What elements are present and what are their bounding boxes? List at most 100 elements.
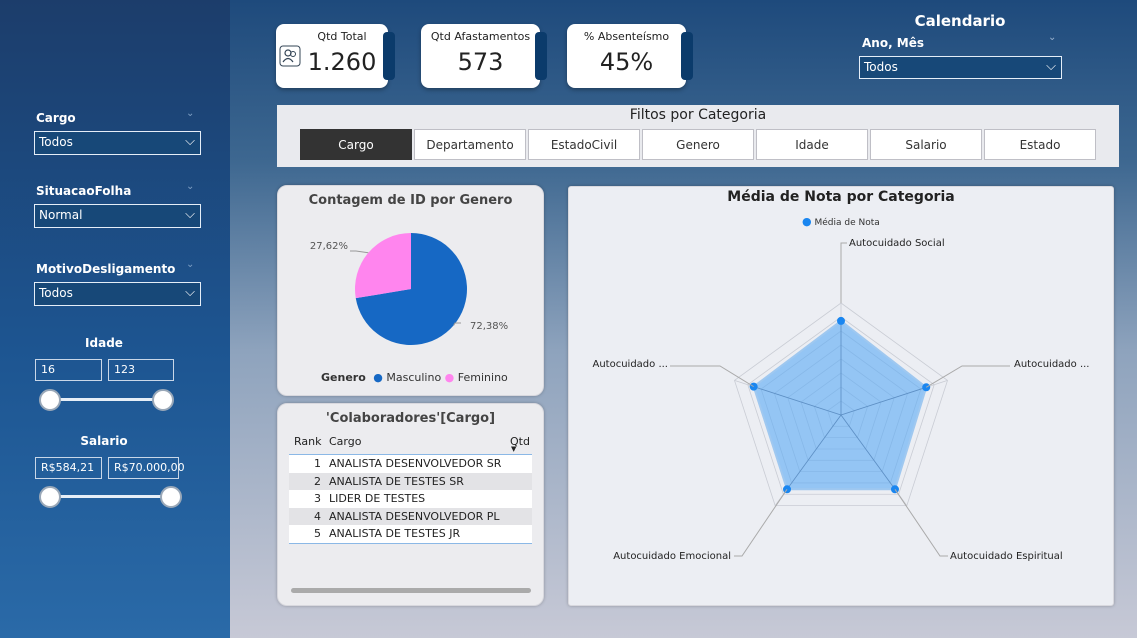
radar-legend: ● Média de Nota <box>802 215 880 228</box>
filter-button-cargo[interactable]: Cargo <box>300 129 412 160</box>
salario-slider-min-handle[interactable] <box>39 486 61 508</box>
pie-legend-title: Genero <box>321 371 366 384</box>
radar-category-label: Autocuidado ... <box>593 359 669 370</box>
radar-leader-line <box>925 365 1010 388</box>
idade-slicer-title: Idade <box>85 336 123 350</box>
radar-legend-label[interactable]: Média de Nota <box>814 218 879 228</box>
row-rank: 1 <box>314 457 321 470</box>
row-cargo: ANALISTA DESENVOLVEDOR PL <box>329 509 500 523</box>
row-cargo: ANALISTA DE TESTES JR <box>329 527 461 541</box>
filter-button-genero[interactable]: Genero <box>642 129 754 160</box>
motivo-dropdown-value: Todos <box>39 286 73 300</box>
pie-leader-line <box>453 322 461 326</box>
chevron-down-icon[interactable]: ⌄ <box>186 108 194 119</box>
radar-leader-line <box>670 365 754 388</box>
row-cargo: LIDER DE TESTES <box>329 492 426 506</box>
pie-legend-feminino[interactable]: Feminino <box>458 371 508 384</box>
row-rank: 3 <box>314 492 321 506</box>
pie-legend: Genero ● Masculino ● Feminino <box>321 371 508 384</box>
pie-slice-feminino[interactable] <box>355 233 411 299</box>
chevron-down-icon: ⌵ <box>185 285 195 300</box>
kpi-value: 1.260 <box>307 48 377 76</box>
idade-slider-track <box>50 398 162 401</box>
table-footer-line <box>289 542 532 544</box>
kpi-card-absenteismo: % Absenteísmo 45% <box>567 24 693 88</box>
radar-category-label: Autocuidado Social <box>849 238 945 249</box>
table-row[interactable]: 5 ANALISTA DE TESTES JR <box>289 525 532 543</box>
radar-leader-line <box>734 489 788 557</box>
cargo-dropdown-value: Todos <box>39 135 73 149</box>
pie-title: Contagem de ID por Genero <box>308 193 513 208</box>
motivo-slicer-label: MotivoDesligamento <box>36 262 176 276</box>
filtros-title: Filtos por Categoria <box>629 107 767 123</box>
header-rank[interactable]: Rank <box>294 435 321 448</box>
legend-dot-media: ● <box>802 215 812 228</box>
idade-max-input[interactable]: 123 <box>108 359 174 381</box>
idade-min-input[interactable]: 16 <box>35 359 102 381</box>
table-body: 1 ANALISTA DESENVOLVEDOR SR 2 ANALISTA DE T… <box>289 455 532 544</box>
cargo-slicer-label: Cargo <box>36 111 76 125</box>
chevron-down-icon[interactable]: ⌄ <box>186 259 194 270</box>
idade-slider-min-handle[interactable] <box>39 389 61 411</box>
chevron-down-icon: ⌵ <box>185 207 195 222</box>
calendario-label: Ano, Mês <box>862 36 925 50</box>
situacao-dropdown-value: Normal <box>39 208 83 222</box>
radar-point[interactable] <box>837 316 845 325</box>
kpi-value: 573 <box>457 48 504 76</box>
calendario-dropdown-value: Todos <box>864 60 898 74</box>
filter-button-idade[interactable]: Idade <box>756 129 868 160</box>
header-cargo[interactable]: Cargo <box>329 435 361 448</box>
filter-button-estado[interactable]: Estado <box>984 129 1096 160</box>
radar-point[interactable] <box>890 485 899 494</box>
radar-chart: Autocuidado Social Autocuidado ... Autocui… <box>593 238 1090 562</box>
pie-data-label: 72,38% <box>470 321 508 332</box>
salario-max-input[interactable]: R$70.000,00 <box>108 457 185 479</box>
table-row[interactable]: 3 LIDER DE TESTES <box>289 490 532 508</box>
table-header: Rank Cargo Qtd ▼ <box>289 431 532 455</box>
kpi-title: Qtd Afastamentos <box>430 30 531 43</box>
pie-data-label: 27,62% <box>310 241 348 252</box>
chevron-down-icon[interactable]: ⌄ <box>186 181 194 192</box>
sort-desc-icon: ▼ <box>511 445 517 453</box>
salario-slider-max-handle[interactable] <box>160 486 182 508</box>
radar-category-label: Autocuidado Emocional <box>613 551 731 562</box>
idade-slider-max-handle[interactable] <box>152 389 174 411</box>
radar-category-label: Autocuidado Espiritual <box>950 551 1063 562</box>
legend-dot-masculino: ● <box>373 371 383 384</box>
kpi-card-qtd-total: Qtd Total 1.260 <box>276 24 395 88</box>
row-rank: 4 <box>314 509 321 523</box>
filter-button-estadocivil[interactable]: EstadoCivil <box>528 129 640 160</box>
kpi-card-qtd-afastamentos: Qtd Afastamentos 573 <box>421 24 547 88</box>
row-cargo: ANALISTA DESENVOLVEDOR SR <box>329 457 502 470</box>
calendario-dropdown[interactable]: Todos ⌵ <box>859 56 1062 79</box>
filter-button-departamento[interactable]: Departamento <box>414 129 526 160</box>
chevron-down-icon: ⌵ <box>185 134 195 149</box>
situacao-dropdown[interactable]: Normal ⌵ <box>34 204 201 228</box>
table-row[interactable]: 1 ANALISTA DESENVOLVEDOR SR <box>289 455 532 473</box>
chevron-down-icon[interactable]: ⌄ <box>1048 32 1056 43</box>
kpi-title: % Absenteísmo <box>583 30 670 43</box>
cargo-dropdown[interactable]: Todos ⌵ <box>34 131 201 155</box>
row-rank: 5 <box>314 527 321 541</box>
filter-button-salario[interactable]: Salario <box>870 129 982 160</box>
table-title: 'Colaboradores'[Cargo] <box>325 411 496 426</box>
radar-point[interactable] <box>783 485 792 494</box>
table-row[interactable]: 4 ANALISTA DESENVOLVEDOR PL <box>289 507 532 526</box>
row-cargo: ANALISTA DE TESTES SR <box>329 474 464 488</box>
salario-min-input[interactable]: R$584,21 <box>35 457 102 479</box>
salario-slider-track <box>50 495 170 498</box>
cargo-table: Rank Cargo Qtd ▼ 1 ANALISTA DESENVOLVEDOR… <box>289 431 532 544</box>
calendario-title: Calendario <box>914 12 1006 30</box>
chevron-down-icon: ⌵ <box>1046 59 1056 74</box>
horizontal-scrollbar[interactable] <box>291 588 531 593</box>
pie-chart: 72,38% 27,62% <box>310 233 508 345</box>
row-rank: 2 <box>314 474 321 488</box>
situacao-slicer-label: SituacaoFolha <box>36 184 132 198</box>
pie-leader-line <box>350 250 369 254</box>
kpi-title: Qtd Total <box>317 30 367 43</box>
radar-leader-line <box>840 242 847 303</box>
table-row[interactable]: 2 ANALISTA DE TESTES SR <box>289 472 532 491</box>
pie-legend-masculino[interactable]: Masculino <box>386 371 441 384</box>
legend-dot-feminino: ● <box>444 371 455 384</box>
motivo-dropdown[interactable]: Todos ⌵ <box>34 282 201 306</box>
